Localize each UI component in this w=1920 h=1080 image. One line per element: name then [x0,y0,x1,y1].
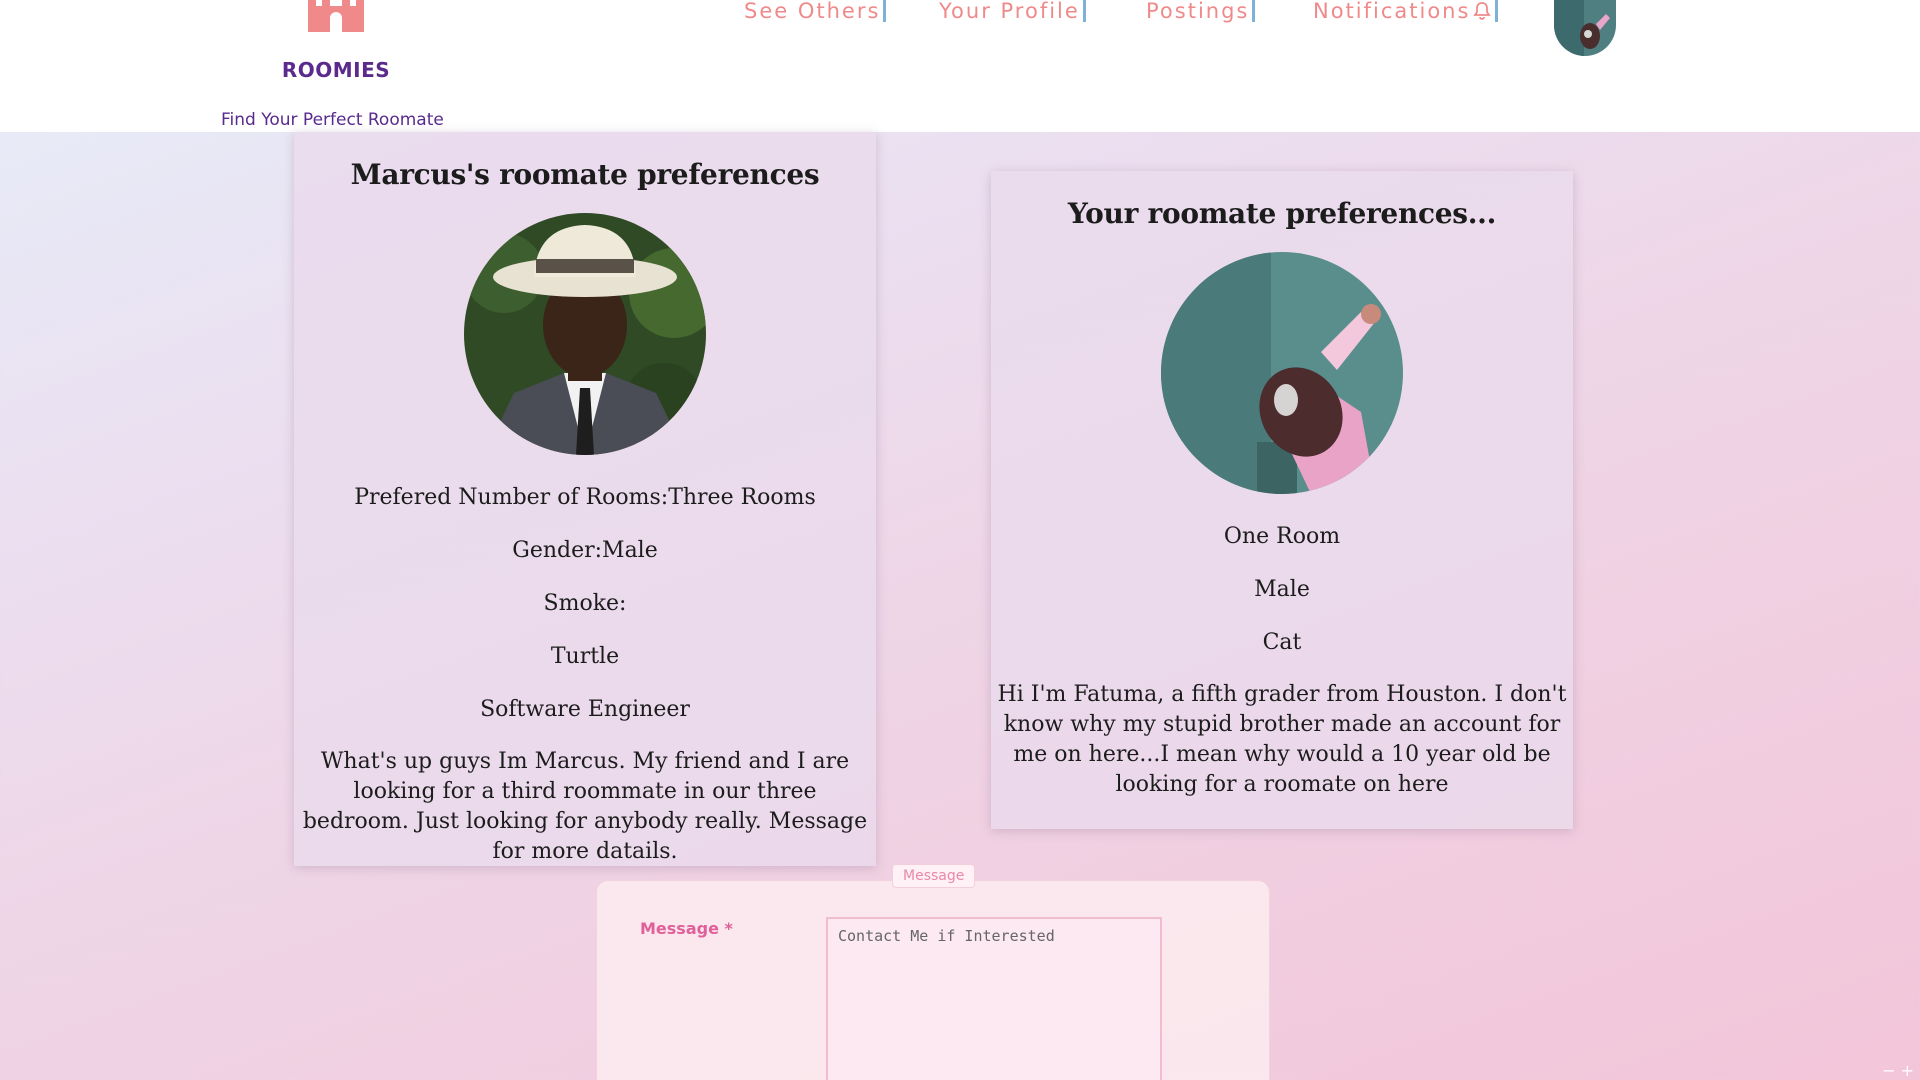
your-pref-pet: Cat [1262,630,1302,655]
nav-notifications-label: Notifications [1313,0,1471,23]
tagline: Find Your Perfect Roomate [221,110,444,130]
other-pref-rooms: Prefered Number of Rooms:Three Rooms [354,485,816,510]
user-avatar-image [1554,0,1616,56]
nav-your-profile-wrap: Your Profile [939,0,1086,24]
nav-notifications-wrap: Notifications [1313,0,1499,24]
your-portrait-image [1161,252,1403,494]
message-textarea[interactable] [826,917,1162,1080]
nav-postings-wrap: Postings [1146,0,1256,24]
your-pref-gender: Male [1254,577,1310,602]
top-header: ROOMIES Find Your Perfect Roomate See Ot… [0,0,1920,132]
other-user-photo [464,213,706,455]
your-pref-bio: Hi I'm Fatuma, a fifth grader from Houst… [997,682,1567,797]
other-pref-bio: What's up guys Im Marcus. My friend and … [302,749,868,864]
other-pref-occupation: Software Engineer [480,697,690,722]
other-pref-pet: Turtle [550,644,620,669]
your-pref-rooms: One Room [1223,524,1341,549]
brand-name[interactable]: ROOMIES [260,58,412,82]
your-card-title: Your roomate preferences... [1067,197,1497,230]
nav-notifications[interactable]: Notifications [1313,0,1499,23]
zoom-control[interactable]: − + [1882,1061,1914,1080]
your-preferences-card: Your roomate preferences... One Room Mal… [991,171,1573,829]
message-label: Message * [640,919,733,938]
other-pref-smoke: Smoke: [543,591,627,616]
castle-icon[interactable] [308,0,364,32]
marcus-portrait-image [464,213,706,455]
other-card-title: Marcus's roomate preferences [350,158,820,191]
other-user-preferences-card: Marcus's roomate preferences Prefered Nu… [294,132,876,866]
message-legend: Message [892,864,976,888]
bell-icon [1473,2,1492,20]
user-avatar[interactable] [1554,0,1616,56]
nav-see-others[interactable]: See Others [744,0,887,22]
other-pref-gender: Gender:Male [512,538,658,563]
nav-your-profile[interactable]: Your Profile [939,0,1086,22]
nav-see-others-wrap: See Others [744,0,887,24]
your-photo [1161,252,1403,494]
nav-postings[interactable]: Postings [1146,0,1256,22]
